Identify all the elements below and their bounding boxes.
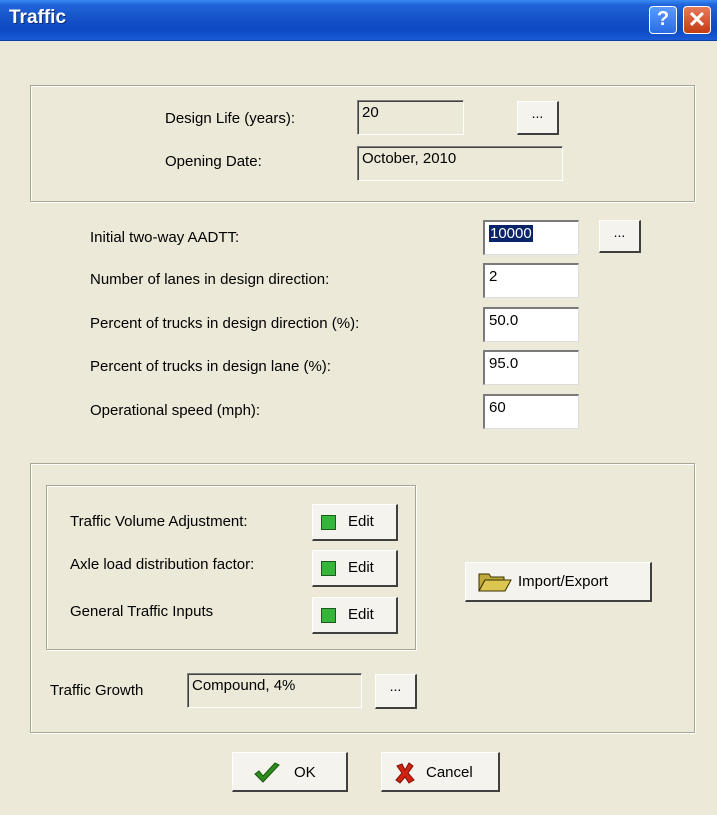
pct-lane-input[interactable]: 95.0 xyxy=(483,350,579,385)
opening-date-field: October, 2010 xyxy=(357,146,563,181)
aadtt-label: Initial two-way AADTT: xyxy=(90,229,240,246)
window-title: Traffic xyxy=(9,7,67,28)
cancel-button[interactable]: Cancel xyxy=(381,752,500,792)
axle-load-edit-button[interactable]: Edit xyxy=(312,550,398,587)
cancel-x-icon xyxy=(395,762,415,784)
volume-adjustment-edit-button[interactable]: Edit xyxy=(312,504,398,541)
aadtt-value: 10000 xyxy=(489,225,533,242)
edit-label: Edit xyxy=(348,606,374,623)
speed-label: Operational speed (mph): xyxy=(90,402,261,419)
opening-date-label: Opening Date: xyxy=(165,153,262,170)
ok-button[interactable]: OK xyxy=(232,752,348,792)
status-indicator-icon xyxy=(321,561,336,576)
import-export-label: Import/Export xyxy=(518,573,609,590)
status-indicator-icon xyxy=(321,515,336,530)
traffic-growth-field: Compound, 4% xyxy=(187,673,362,708)
aadtt-input[interactable]: 10000 xyxy=(483,220,579,255)
design-life-browse-button[interactable]: ... xyxy=(517,101,559,135)
folder-open-icon xyxy=(478,573,512,592)
lanes-input[interactable]: 2 xyxy=(483,263,579,298)
edit-label: Edit xyxy=(348,559,374,576)
traffic-growth-browse-button[interactable]: ... xyxy=(375,674,417,709)
edit-label: Edit xyxy=(348,513,374,530)
traffic-growth-label: Traffic Growth xyxy=(50,682,144,699)
title-bar[interactable]: Traffic ? ✕ xyxy=(0,0,717,41)
aadtt-browse-button[interactable]: ... xyxy=(599,220,641,253)
design-life-label: Design Life (years): xyxy=(165,110,296,127)
lanes-label: Number of lanes in design direction: xyxy=(90,271,330,288)
volume-adjustment-label: Traffic Volume Adjustment: xyxy=(70,513,248,530)
check-icon xyxy=(254,762,280,783)
general-inputs-edit-button[interactable]: Edit xyxy=(312,597,398,634)
general-inputs-label: General Traffic Inputs xyxy=(70,603,214,620)
speed-input[interactable]: 60 xyxy=(483,394,579,429)
pct-lane-label: Percent of trucks in design lane (%): xyxy=(90,358,331,375)
cancel-label: Cancel xyxy=(426,764,473,781)
pct-direction-label: Percent of trucks in design direction (%… xyxy=(90,315,360,332)
design-life-field: 20 xyxy=(357,100,464,135)
traffic-dialog: Traffic ? ✕ Design Life (years): 20 ... … xyxy=(0,0,717,815)
close-button[interactable]: ✕ xyxy=(683,6,711,34)
help-button[interactable]: ? xyxy=(649,6,677,34)
import-export-button[interactable]: Import/Export xyxy=(465,562,652,602)
status-indicator-icon xyxy=(321,608,336,623)
pct-direction-input[interactable]: 50.0 xyxy=(483,307,579,342)
axle-load-label: Axle load distribution factor: xyxy=(70,556,255,573)
ok-label: OK xyxy=(294,764,316,781)
